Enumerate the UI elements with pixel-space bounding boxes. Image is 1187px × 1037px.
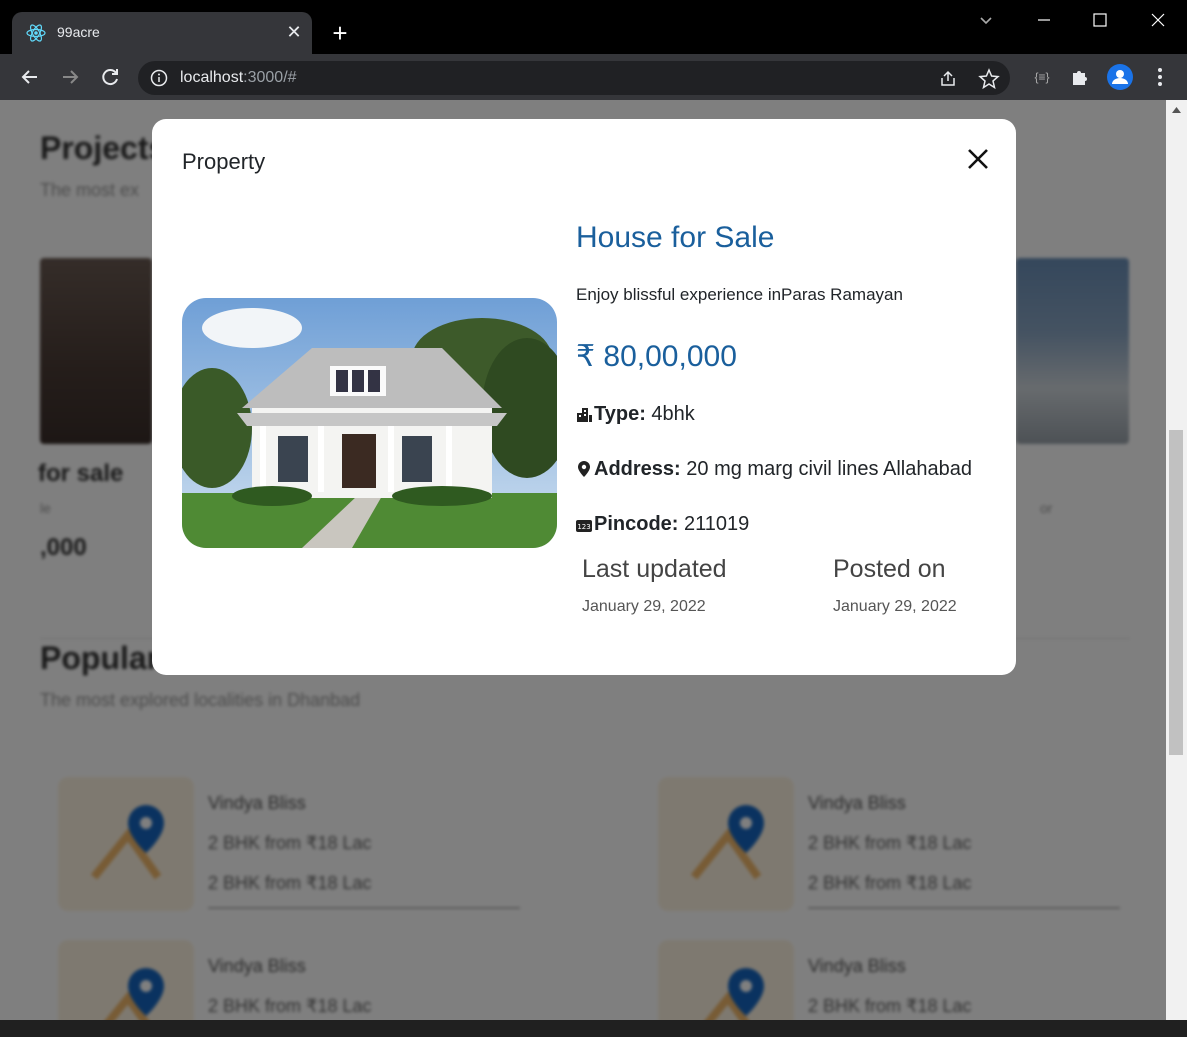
react-icon: [26, 24, 46, 42]
posted-on-label: Posted on: [833, 555, 946, 583]
property-modal: Property House for Sale Enjoy blissful e…: [152, 119, 1016, 675]
extensions-puzzle-icon[interactable]: [1066, 63, 1094, 91]
posted-on-value: January 29, 2022: [833, 598, 957, 615]
scrollbar-thumb[interactable]: [1169, 430, 1183, 755]
numbers-123-icon: 123: [576, 520, 592, 532]
close-icon[interactable]: [964, 145, 992, 173]
page-scrollbar[interactable]: [1166, 100, 1187, 1020]
property-description: Enjoy blissful experience inParas Ramaya…: [576, 285, 903, 304]
property-image: [182, 298, 557, 548]
last-updated-label: Last updated: [582, 555, 727, 583]
back-arrow-icon[interactable]: [16, 63, 44, 91]
property-address-row: Address: 20 mg marg civil lines Allahaba…: [576, 458, 972, 481]
property-type-row: Type: 4bhk: [576, 403, 695, 426]
reload-icon[interactable]: [96, 63, 124, 91]
new-tab-icon[interactable]: +: [326, 20, 354, 48]
browser-toolbar: localhost:3000/# {≡}: [0, 54, 1187, 100]
tab-search-icon[interactable]: [974, 8, 998, 32]
type-value: 4bhk: [651, 403, 695, 425]
url-path: :3000/#: [243, 69, 297, 86]
type-label: Type:: [594, 403, 646, 425]
modal-title: Property: [182, 149, 266, 174]
url-text: localhost:3000/#: [180, 69, 297, 87]
bookmark-star-icon[interactable]: [978, 68, 1000, 90]
property-pincode-row: 123 Pincode: 211019: [576, 513, 749, 536]
last-updated-value: January 29, 2022: [582, 598, 706, 615]
property-price: ₹ 80,00,000: [576, 340, 737, 373]
close-window-icon[interactable]: [1146, 8, 1170, 32]
address-bar[interactable]: localhost:3000/#: [138, 61, 1010, 95]
browser-chrome: 99acre ✕ + localhost:3000/# {≡}: [0, 0, 1187, 100]
forward-arrow-icon[interactable]: [56, 63, 84, 91]
pincode-value: 211019: [684, 513, 750, 535]
json-extension-icon[interactable]: {≡}: [1028, 63, 1056, 91]
pincode-label: Pincode:: [594, 513, 679, 535]
tab-title: 99acre: [57, 24, 100, 40]
browser-tab[interactable]: 99acre ✕: [12, 12, 312, 54]
os-taskbar: [0, 1020, 1187, 1037]
maximize-icon[interactable]: [1088, 8, 1112, 32]
minimize-icon[interactable]: [1032, 8, 1056, 32]
tab-strip: 99acre ✕ +: [0, 0, 1187, 54]
address-label: Address:: [594, 458, 681, 480]
house-illustration: [182, 298, 557, 548]
address-value: 20 mg marg civil lines Allahabad: [686, 458, 972, 480]
building-icon: [577, 408, 592, 422]
svg-text:123: 123: [577, 523, 590, 531]
url-host: localhost: [180, 69, 244, 86]
tab-close-icon[interactable]: ✕: [284, 22, 304, 42]
info-icon[interactable]: [150, 69, 168, 87]
share-icon[interactable]: [938, 69, 958, 89]
scroll-up-icon[interactable]: [1171, 106, 1182, 114]
menu-dots-icon[interactable]: [1146, 63, 1174, 91]
profile-avatar-icon[interactable]: [1106, 63, 1134, 91]
location-pin-icon: [578, 461, 590, 477]
property-heading: House for Sale: [576, 221, 775, 254]
